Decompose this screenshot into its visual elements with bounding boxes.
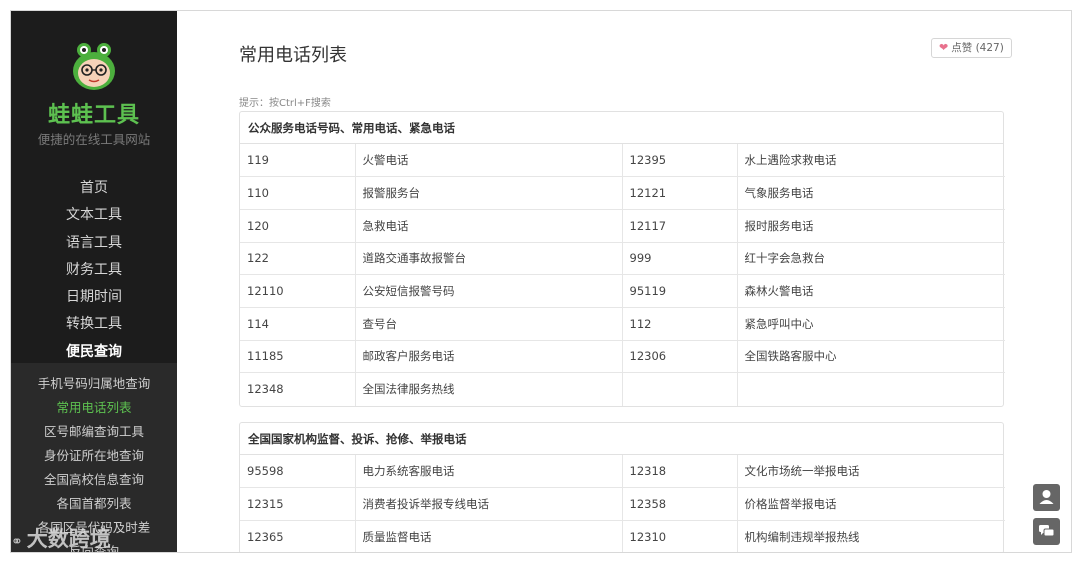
- phone-description: 报时服务电话: [736, 208, 1005, 243]
- phone-number: 114: [240, 306, 355, 341]
- submenu-item-id-location[interactable]: 身份证所在地查询: [11, 444, 177, 468]
- section-public-service-phones: 公众服务电话号码、常用电话、紧急电话 119 火警电话 12395 水上遇险求救…: [239, 111, 1005, 407]
- phone-description: [736, 372, 1005, 406]
- phone-number: 12365: [240, 519, 355, 552]
- menu-item-finance-tools[interactable]: 财务工具: [11, 257, 177, 284]
- chat-button[interactable]: [1033, 518, 1060, 545]
- phone-number: 12117: [621, 208, 737, 243]
- section-heading: 全国国家机构监督、投诉、抢修、举报电话: [240, 423, 1003, 455]
- phone-number: 12110: [240, 274, 355, 308]
- phone-number: [621, 372, 737, 406]
- phone-description: 消费者投诉举报专线电话: [354, 487, 622, 521]
- app-window: 蛙蛙工具 便捷的在线工具网站 首页 文本工具 语言工具 财务工具 日期时间 转换…: [10, 10, 1072, 553]
- table-row: 119 火警电话 12395 水上遇险求救电话: [240, 144, 1005, 177]
- table-row: 12315 消费者投诉举报专线电话 12358 价格监督举报电话: [240, 487, 1005, 521]
- phone-number: 120: [240, 208, 355, 243]
- page-title: 常用电话列表: [239, 45, 347, 66]
- phone-description: 森林火警电话: [736, 274, 1005, 308]
- phone-number: 95598: [247, 464, 284, 479]
- phone-description: 红十字会急救台: [736, 241, 1005, 275]
- phone-number: 122: [240, 241, 355, 275]
- section-heading: 公众服务电话号码、常用电话、紧急电话: [240, 112, 1003, 144]
- phone-number: 12306: [621, 339, 737, 373]
- phone-number: 119: [247, 153, 269, 168]
- phone-description: 全国法律服务热线: [354, 372, 622, 406]
- user-icon: [1039, 490, 1054, 504]
- user-button[interactable]: [1033, 484, 1060, 511]
- phone-description: 全国铁路客服中心: [736, 339, 1005, 373]
- brand-name[interactable]: 蛙蛙工具: [11, 97, 177, 129]
- submenu-item-capitals[interactable]: 各国首都列表: [11, 492, 177, 516]
- phone-description: 紧急呼叫中心: [736, 306, 1005, 341]
- phone-description: 道路交通事故报警台: [354, 241, 622, 275]
- phone-description: 电力系统客服电话: [354, 455, 622, 488]
- chat-icon: [1039, 525, 1055, 537]
- like-button[interactable]: ❤ 点赞 (427): [931, 38, 1012, 58]
- phone-description: 水上遇险求救电话: [736, 144, 1005, 177]
- phone-table: 119 火警电话 12395 水上遇险求救电话 110 报警服务台 12121 …: [240, 144, 1005, 406]
- like-label: 点赞: [951, 42, 973, 54]
- table-row: 122 道路交通事故报警台 999 红十字会急救台: [240, 241, 1005, 275]
- phone-number: 999: [621, 241, 737, 275]
- menu-item-text-tools[interactable]: 文本工具: [11, 202, 177, 229]
- phone-description: 文化市场统一举报电话: [736, 455, 1005, 488]
- phone-description: 价格监督举报电话: [736, 487, 1005, 521]
- phone-description: 气象服务电话: [736, 176, 1005, 210]
- phone-description: 报警服务台: [354, 176, 622, 210]
- table-row: 120 急救电话 12117 报时服务电话: [240, 208, 1005, 243]
- phone-number: 12348: [240, 372, 355, 406]
- menu-item-date-time[interactable]: 日期时间: [11, 284, 177, 311]
- table-row: 95598 电力系统客服电话 12318 文化市场统一举报电话: [240, 455, 1005, 488]
- phone-number: 12358: [621, 487, 737, 521]
- table-row: 11185 邮政客户服务电话 12306 全国铁路客服中心: [240, 339, 1005, 373]
- phone-number: 12121: [621, 176, 737, 210]
- submenu-item-common-phones[interactable]: 常用电话列表: [11, 396, 177, 420]
- submenu-item-area-zip[interactable]: 区号邮编查询工具: [11, 420, 177, 444]
- heart-icon: ❤: [939, 41, 949, 54]
- watermark-text: 大数跨境: [26, 527, 111, 551]
- phone-description: 火警电话: [354, 144, 622, 177]
- submenu-item-phone-location[interactable]: 手机号码归属地查询: [11, 372, 177, 396]
- phone-table: 95598 电力系统客服电话 12318 文化市场统一举报电话 12315 消费…: [240, 455, 1005, 552]
- phone-number: 95119: [621, 274, 737, 308]
- phone-description: 查号台: [354, 306, 622, 341]
- table-row: 114 查号台 112 紧急呼叫中心: [240, 306, 1005, 341]
- phone-number: 110: [240, 176, 355, 210]
- like-count: (427): [975, 42, 1004, 54]
- phone-description: 质量监督电话: [354, 519, 622, 552]
- menu-item-home[interactable]: 首页: [11, 175, 177, 202]
- sidebar: 蛙蛙工具 便捷的在线工具网站 首页 文本工具 语言工具 财务工具 日期时间 转换…: [11, 11, 177, 552]
- phone-number: 12318: [621, 455, 737, 488]
- table-row: 12348 全国法律服务热线: [240, 372, 1005, 406]
- table-row: 12110 公安短信报警号码 95119 森林火警电话: [240, 274, 1005, 308]
- watermark: ⚭ 大数跨境: [11, 523, 111, 552]
- phone-description: 公安短信报警号码: [354, 274, 622, 308]
- watermark-logo-icon: ⚭: [11, 534, 23, 550]
- submenu-item-universities[interactable]: 全国高校信息查询: [11, 468, 177, 492]
- menu-item-convert-tools[interactable]: 转换工具: [11, 311, 177, 338]
- table-row: 110 报警服务台 12121 气象服务电话: [240, 176, 1005, 210]
- phone-description: 机构编制违规举报热线: [736, 519, 1005, 552]
- main-menu: 首页 文本工具 语言工具 财务工具 日期时间 转换工具 便民查询: [11, 175, 177, 366]
- phone-number: 11185: [240, 339, 355, 373]
- section-supervision-phones: 全国国家机构监督、投诉、抢修、举报电话 95598 电力系统客服电话 12318…: [239, 422, 1005, 552]
- table-row: 12365 质量监督电话 12310 机构编制违规举报热线: [240, 519, 1005, 552]
- menu-item-language-tools[interactable]: 语言工具: [11, 230, 177, 257]
- phone-description: 急救电话: [354, 208, 622, 243]
- phone-number: 12395: [621, 144, 737, 177]
- frog-logo-icon[interactable]: [71, 41, 117, 91]
- search-hint: 提示：按Ctrl+F搜索: [239, 98, 331, 109]
- phone-number: 12315: [240, 487, 355, 521]
- phone-description: 邮政客户服务电话: [354, 339, 622, 373]
- phone-number: 12310: [621, 519, 737, 552]
- brand-tagline: 便捷的在线工具网站: [37, 132, 151, 147]
- phone-number: 112: [621, 306, 737, 341]
- menu-item-convenience-query[interactable]: 便民查询: [11, 339, 177, 366]
